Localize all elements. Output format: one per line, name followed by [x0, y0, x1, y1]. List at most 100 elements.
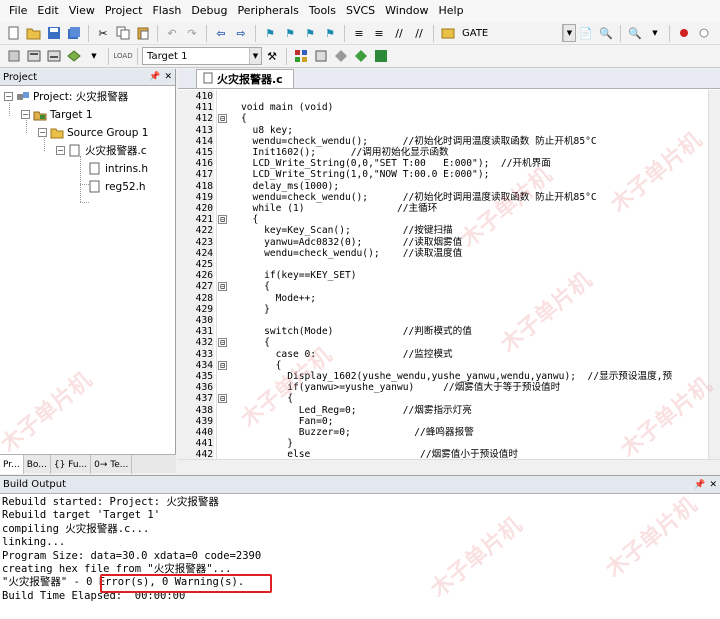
- tab-books[interactable]: Bo...: [24, 455, 51, 474]
- collapse-icon[interactable]: −: [56, 146, 65, 155]
- uncomment-icon[interactable]: //: [410, 24, 428, 42]
- batch-build-icon[interactable]: [65, 47, 83, 65]
- batch-dropdown-icon[interactable]: ▼: [85, 47, 103, 65]
- open-folder-icon[interactable]: [25, 24, 43, 42]
- tab-project[interactable]: Pr...: [0, 455, 24, 474]
- bookmark-next-icon[interactable]: ⚑: [301, 24, 319, 42]
- fold-toggle-icon[interactable]: ⊟: [218, 215, 227, 225]
- tree-source-group[interactable]: − Source Group 1: [38, 124, 148, 141]
- debug-zoom-icon[interactable]: 🔍: [626, 24, 644, 42]
- tree-target[interactable]: − Target 1: [21, 106, 93, 123]
- translate-icon[interactable]: [5, 47, 23, 65]
- nav-back-icon[interactable]: ⇦: [212, 24, 230, 42]
- fold-toggle-icon[interactable]: ⊟: [218, 338, 227, 348]
- nav-forward-icon[interactable]: ⇨: [232, 24, 250, 42]
- menu-debug[interactable]: Debug: [186, 0, 232, 22]
- code-line: 429 }: [178, 304, 708, 315]
- menu-flash[interactable]: Flash: [147, 0, 186, 22]
- tree-project-root[interactable]: − Project: 火灾报警器: [4, 88, 128, 105]
- fold-toggle-icon[interactable]: ⊟: [218, 360, 227, 370]
- menu-edit[interactable]: Edit: [32, 0, 63, 22]
- menu-project[interactable]: Project: [100, 0, 148, 22]
- menu-tools[interactable]: Tools: [304, 0, 341, 22]
- menu-svcs[interactable]: SVCS: [341, 0, 380, 22]
- find-combo-dropdown[interactable]: ▼: [562, 24, 576, 42]
- rebuild-icon[interactable]: [45, 47, 63, 65]
- fold-toggle-icon[interactable]: ⊟: [218, 114, 227, 124]
- select-packs-icon[interactable]: [352, 47, 370, 65]
- manage-components-icon[interactable]: [292, 47, 310, 65]
- code-line: 438 Led_Reg=0; //烟雾指示灯亮: [178, 405, 708, 416]
- collapse-icon[interactable]: −: [4, 92, 13, 101]
- redo-icon[interactable]: ↷: [183, 24, 201, 42]
- chevron-down-icon[interactable]: ▼: [249, 48, 261, 64]
- collapse-icon[interactable]: −: [38, 128, 47, 137]
- project-icon: [16, 90, 30, 103]
- comment-icon[interactable]: //: [390, 24, 408, 42]
- horizontal-scrollbar[interactable]: [178, 459, 720, 473]
- indent-icon[interactable]: ≡: [350, 24, 368, 42]
- code-text: Init1602(); //调用初始化显示函数: [241, 147, 449, 158]
- bookmark-icon[interactable]: ⚑: [261, 24, 279, 42]
- find-icon[interactable]: 🔍: [597, 24, 615, 42]
- debug-dropdown-icon[interactable]: ▼: [646, 24, 664, 42]
- build-icon[interactable]: [25, 47, 43, 65]
- pin-icon[interactable]: 📌: [149, 72, 160, 82]
- fold-toggle-icon[interactable]: ⊟: [218, 282, 227, 292]
- find-in-files-icon[interactable]: [439, 24, 457, 42]
- target-select[interactable]: Target 1 ▼: [142, 47, 262, 65]
- fold-toggle-icon[interactable]: ⊟: [218, 394, 227, 404]
- vertical-scrollbar[interactable]: [708, 90, 720, 459]
- tab-label: 0→ Te...: [94, 459, 129, 470]
- close-icon[interactable]: ✕: [164, 72, 172, 82]
- tab-label: {} Fu...: [53, 459, 88, 470]
- code-area[interactable]: 410 411 void main (void) 412 ⊟{413 u8 key; 41…: [178, 90, 708, 459]
- file-extensions-icon[interactable]: [312, 47, 330, 65]
- paste-icon[interactable]: [134, 24, 152, 42]
- line-number: 432: [195, 337, 213, 349]
- unindent-icon[interactable]: ≡: [370, 24, 388, 42]
- code-line: 423 yanwu=Adc0832(0); //读取烟雾值: [178, 237, 708, 248]
- target-select-value: Target 1: [147, 50, 188, 62]
- menu-peripherals[interactable]: Peripherals: [233, 0, 304, 22]
- incremental-find-icon[interactable]: 📄: [577, 24, 595, 42]
- menu-view[interactable]: View: [64, 0, 100, 22]
- code-line: 439 Fan=0;: [178, 416, 708, 427]
- editor-tab-active[interactable]: 火灾报警器.c: [196, 69, 294, 88]
- rte-icon[interactable]: [372, 47, 390, 65]
- pin-icon[interactable]: 📌: [694, 480, 705, 490]
- save-all-icon[interactable]: [65, 24, 83, 42]
- bookmark-prev-icon[interactable]: ⚑: [281, 24, 299, 42]
- line-number: 436: [195, 382, 213, 394]
- tree-file-main[interactable]: − 火灾报警器.c: [56, 142, 147, 159]
- pack-installer-icon[interactable]: [332, 47, 350, 65]
- new-file-icon[interactable]: [5, 24, 23, 42]
- menu-file[interactable]: File: [4, 0, 32, 22]
- code-text: case 0: //监控模式: [241, 348, 453, 360]
- tree-include-intrins[interactable]: intrins.h: [88, 160, 148, 177]
- tab-functions[interactable]: {} Fu...: [51, 455, 92, 474]
- breakpoint-disable-icon[interactable]: [695, 24, 713, 42]
- build-output-line: linking...: [2, 536, 66, 549]
- menu-window[interactable]: Window: [380, 0, 433, 22]
- collapse-icon[interactable]: −: [21, 110, 30, 119]
- cut-icon[interactable]: ✂: [94, 24, 112, 42]
- download-icon[interactable]: LOAD: [113, 47, 132, 65]
- toolbar-separator: [433, 24, 434, 42]
- tab-templates[interactable]: 0→ Te...: [91, 455, 133, 474]
- copy-icon[interactable]: [114, 24, 132, 42]
- code-text: u8 key;: [241, 124, 293, 136]
- close-icon[interactable]: ✕: [709, 480, 717, 490]
- save-icon[interactable]: [45, 24, 63, 42]
- find-combo-value[interactable]: GATE: [462, 28, 562, 39]
- line-number: 417: [195, 169, 213, 181]
- menu-help[interactable]: Help: [434, 0, 469, 22]
- code-text: Fan=0;: [241, 415, 334, 427]
- bookmark-clear-icon[interactable]: ⚑: [321, 24, 339, 42]
- target-options-icon[interactable]: ⚒: [263, 47, 281, 65]
- chevron-down-icon[interactable]: ▼: [563, 25, 575, 41]
- undo-icon[interactable]: ↶: [163, 24, 181, 42]
- code-line: 415 Init1602(); //调用初始化显示函数: [178, 147, 708, 158]
- tree-include-reg52[interactable]: reg52.h: [88, 178, 146, 195]
- breakpoint-icon[interactable]: [675, 24, 693, 42]
